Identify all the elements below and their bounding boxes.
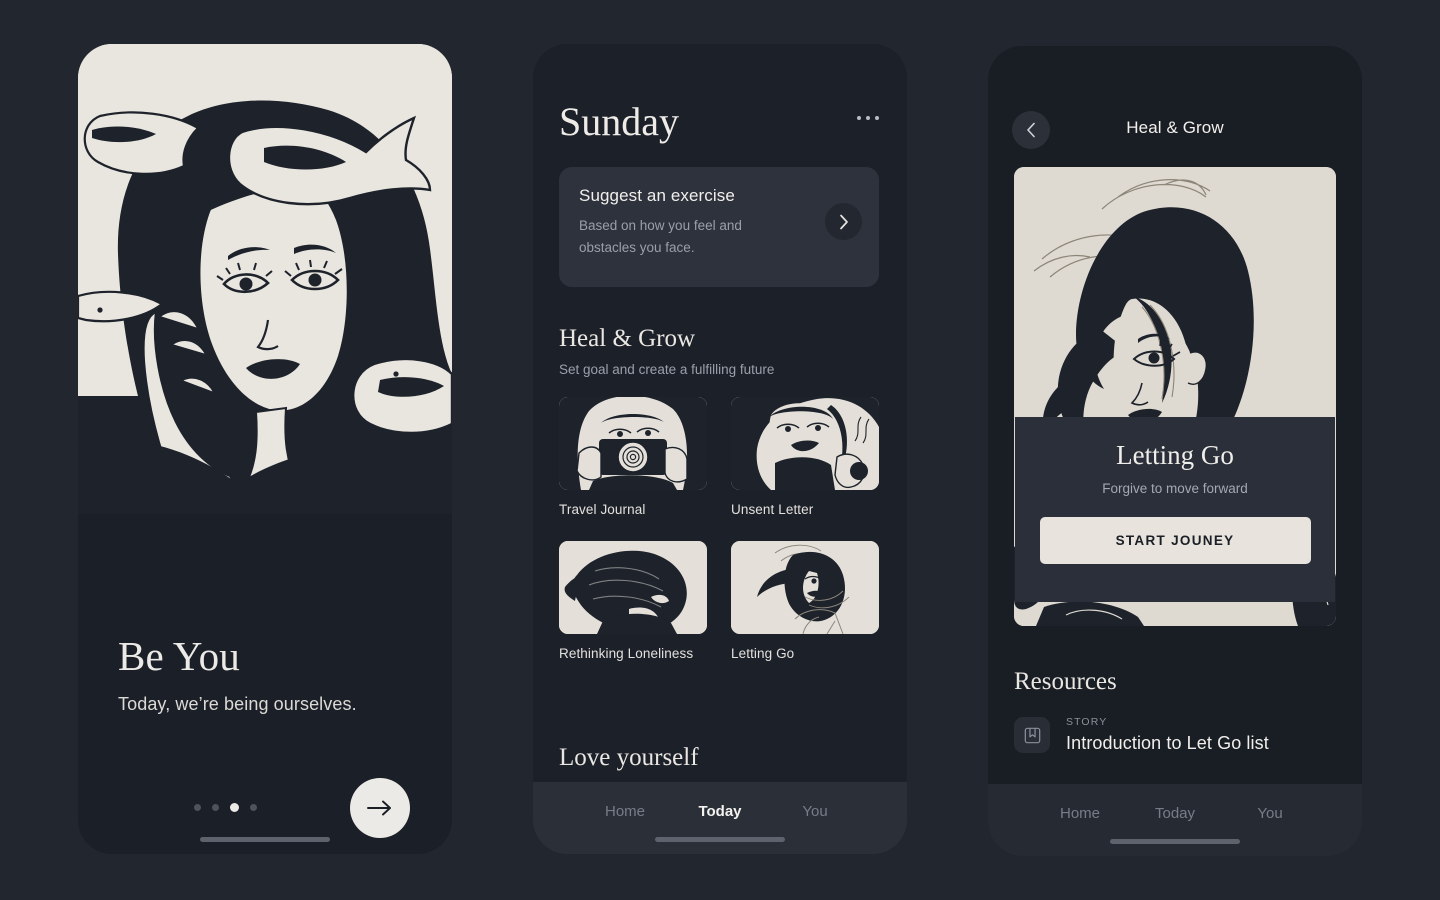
phone-detail-screen: Heal & Grow Letting Go Forgive to move f…: [988, 46, 1362, 856]
letting-go-overlay-card: Letting Go Forgive to move forward START…: [1015, 417, 1335, 602]
nav-item-today[interactable]: Today: [673, 803, 768, 820]
resources-section: Resources STORY Introduction to Let Go l…: [1014, 668, 1336, 754]
pagination-dot-1[interactable]: [194, 804, 201, 811]
section-love-yourself: Love yourself: [559, 744, 881, 772]
suggest-card-go-button[interactable]: [825, 203, 862, 240]
nav-item-home[interactable]: Home: [578, 803, 673, 820]
day-title: Sunday: [559, 99, 679, 144]
page-subtitle: Today, we’re being ourselves.: [118, 694, 357, 715]
onboarding-illustration: [78, 44, 452, 514]
pagination-dot-3[interactable]: [230, 803, 239, 812]
tile-thumbnail: [731, 541, 879, 634]
exercise-tile-grid: Travel Journal Unsent Letter Rethinking …: [559, 397, 881, 661]
tile-label: Letting Go: [731, 646, 795, 661]
nav-item-today[interactable]: Today: [1128, 805, 1223, 822]
start-journey-button[interactable]: START JOUNEY: [1039, 517, 1311, 564]
tile-letting-go[interactable]: Letting Go: [731, 541, 879, 661]
section-title: Heal & Grow: [559, 325, 696, 352]
section-title: Resources: [1014, 668, 1117, 695]
resource-kicker: STORY: [1066, 716, 1108, 728]
tile-label: Rethinking Loneliness: [559, 646, 694, 661]
bottom-navigation: Home Today You: [533, 782, 907, 854]
section-subtitle: Set goal and create a fulfilling future: [559, 362, 775, 377]
today-header: Sunday: [559, 102, 881, 142]
screen-title: Heal & Grow: [1126, 118, 1224, 137]
arrow-right-icon: [367, 800, 391, 816]
pagination-dot-4[interactable]: [250, 804, 257, 811]
tile-travel-journal[interactable]: Travel Journal: [559, 397, 707, 517]
today-scroll-area[interactable]: Sunday Suggest an exercise Based on how …: [533, 44, 907, 784]
phone-today-screen: Sunday Suggest an exercise Based on how …: [533, 44, 907, 854]
resource-list-item[interactable]: STORY Introduction to Let Go list: [1014, 716, 1336, 754]
home-indicator: [1110, 839, 1240, 844]
next-button[interactable]: [350, 778, 410, 838]
page-title: Be You: [118, 633, 240, 679]
detail-top-bar: Heal & Grow: [988, 46, 1362, 164]
phone-onboarding-screen: Be You Today, we’re being ourselves.: [78, 44, 452, 854]
suggest-card-title: Suggest an exercise: [579, 186, 735, 205]
home-indicator: [200, 837, 330, 842]
app-showcase-canvas: Be You Today, we’re being ourselves. Sun…: [0, 0, 1440, 900]
overlay-title: Letting Go: [1116, 440, 1234, 470]
bottom-navigation: Home Today You: [988, 784, 1362, 856]
tile-unsent-letter[interactable]: Unsent Letter: [731, 397, 879, 517]
resource-name: Introduction to Let Go list: [1066, 733, 1269, 753]
tile-label: Unsent Letter: [731, 502, 814, 517]
onboarding-copy: Be You Today, we’re being ourselves.: [118, 634, 418, 715]
home-indicator: [655, 837, 785, 842]
tile-label: Travel Journal: [559, 502, 646, 517]
overlay-subtitle: Forgive to move forward: [1102, 481, 1248, 496]
pagination-dot-2[interactable]: [212, 804, 219, 811]
nav-item-you[interactable]: You: [1223, 805, 1318, 822]
nav-item-you[interactable]: You: [768, 803, 863, 820]
section-heal-and-grow: Heal & Grow Set goal and create a fulfil…: [559, 325, 881, 661]
tile-thumbnail: [559, 541, 707, 634]
tile-thumbnail: [731, 397, 879, 490]
suggest-card-subtitle: Based on how you feel and obstacles you …: [579, 218, 742, 255]
book-bookmark-icon: [1014, 717, 1050, 753]
chevron-right-icon: [839, 214, 848, 229]
tile-thumbnail: [559, 397, 707, 490]
carousel-pagination[interactable]: [194, 803, 257, 812]
more-horizontal-icon[interactable]: [855, 102, 881, 134]
nav-item-home[interactable]: Home: [1033, 805, 1128, 822]
tile-rethinking-loneliness[interactable]: Rethinking Loneliness: [559, 541, 707, 661]
section-title: Love yourself: [559, 744, 699, 771]
suggest-exercise-card[interactable]: Suggest an exercise Based on how you fee…: [559, 167, 879, 287]
resource-text-block: STORY Introduction to Let Go list: [1066, 716, 1269, 754]
